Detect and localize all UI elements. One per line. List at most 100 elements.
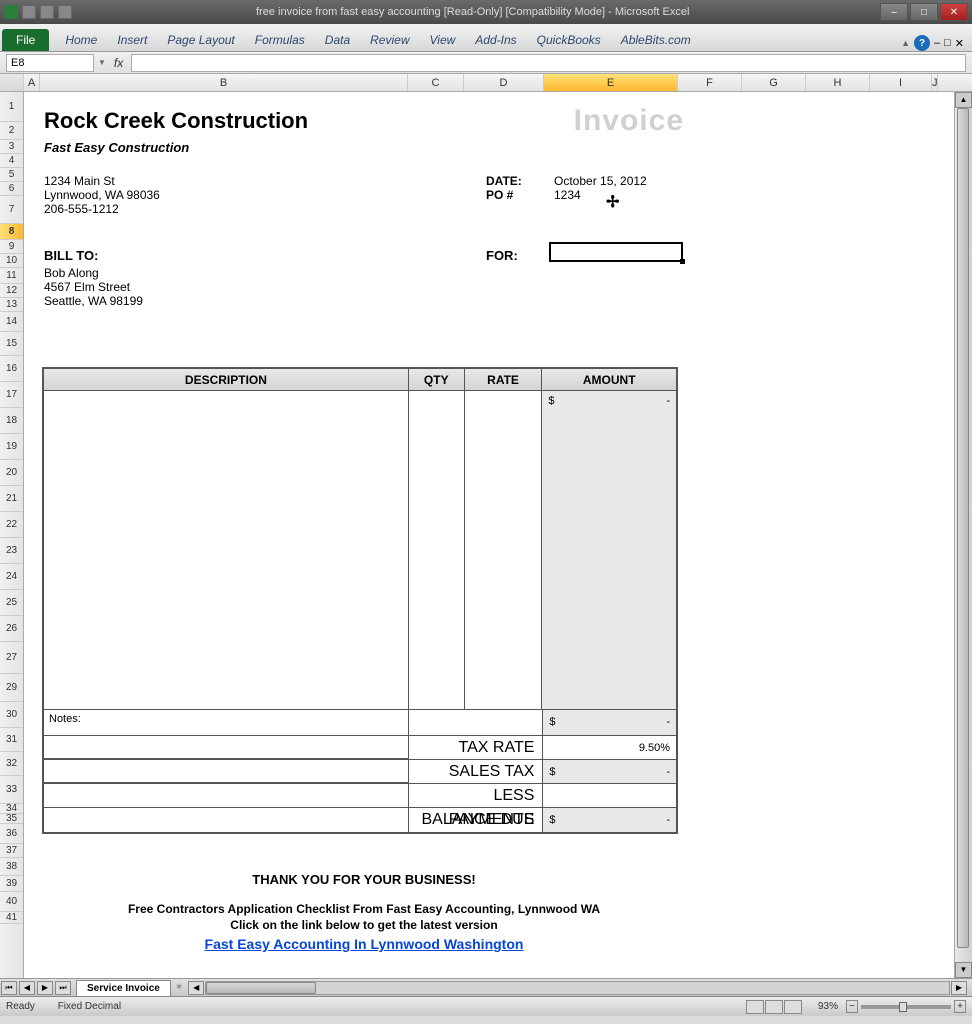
row-header-13[interactable]: 13 bbox=[0, 298, 23, 312]
row-header-18[interactable]: 18 bbox=[0, 408, 23, 434]
name-box[interactable]: E8 bbox=[6, 54, 94, 72]
col-qty-body[interactable] bbox=[409, 391, 465, 709]
col-header-j[interactable]: J bbox=[932, 74, 938, 91]
tab-review[interactable]: Review bbox=[360, 29, 419, 51]
qat-undo-icon[interactable] bbox=[40, 5, 54, 19]
row-header-9[interactable]: 9 bbox=[0, 240, 23, 254]
col-desc-body[interactable] bbox=[44, 391, 409, 709]
tab-insert[interactable]: Insert bbox=[107, 29, 157, 51]
row-header-20[interactable]: 20 bbox=[0, 460, 23, 486]
col-header-c[interactable]: C bbox=[408, 74, 464, 91]
row-header-2[interactable]: 2 bbox=[0, 122, 23, 140]
row-header-25[interactable]: 25 bbox=[0, 590, 23, 616]
row-header-6[interactable]: 6 bbox=[0, 182, 23, 196]
row-header-41[interactable]: 41 bbox=[0, 912, 23, 924]
fx-icon[interactable]: fx bbox=[110, 56, 127, 70]
row-header-19[interactable]: 19 bbox=[0, 434, 23, 460]
close-button[interactable]: ✕ bbox=[940, 3, 968, 21]
hscroll-left-icon[interactable]: ◀ bbox=[188, 981, 204, 995]
zoom-slider[interactable] bbox=[861, 1005, 951, 1009]
col-header-h[interactable]: H bbox=[806, 74, 870, 91]
vertical-scrollbar[interactable]: ▲ ▼ bbox=[954, 92, 972, 978]
zoom-value[interactable]: 93% bbox=[818, 1001, 838, 1012]
tab-quickbooks[interactable]: QuickBooks bbox=[527, 29, 611, 51]
sheet-nav-first[interactable]: ⏮ bbox=[1, 981, 17, 995]
scroll-down-icon[interactable]: ▼ bbox=[955, 962, 972, 978]
row-header-23[interactable]: 23 bbox=[0, 538, 23, 564]
tab-home[interactable]: Home bbox=[55, 29, 107, 51]
tab-addins[interactable]: Add-Ins bbox=[465, 29, 526, 51]
row-header-29[interactable]: 29 bbox=[0, 674, 23, 702]
vscroll-thumb[interactable] bbox=[957, 108, 969, 948]
tab-formulas[interactable]: Formulas bbox=[245, 29, 315, 51]
file-tab[interactable]: File bbox=[2, 29, 49, 51]
taxrate-value[interactable]: 9.50% bbox=[542, 736, 676, 759]
row-header-40[interactable]: 40 bbox=[0, 892, 23, 912]
col-rate-body[interactable] bbox=[465, 391, 543, 709]
doc-minimize-icon[interactable]: – bbox=[934, 37, 940, 49]
col-header-b[interactable]: B bbox=[40, 74, 408, 91]
row-header-16[interactable]: 16 bbox=[0, 356, 23, 382]
row-header-24[interactable]: 24 bbox=[0, 564, 23, 590]
row-header-27[interactable]: 27 bbox=[0, 642, 23, 674]
sheet-nav-next[interactable]: ▶ bbox=[37, 981, 53, 995]
tab-ablebits[interactable]: AbleBits.com bbox=[611, 29, 701, 51]
row-header-10[interactable]: 10 bbox=[0, 254, 23, 268]
row-header-30[interactable]: 30 bbox=[0, 702, 23, 728]
row-header-37[interactable]: 37 bbox=[0, 844, 23, 858]
row-header-5[interactable]: 5 bbox=[0, 168, 23, 182]
selected-cell[interactable] bbox=[549, 242, 683, 262]
maximize-button[interactable]: □ bbox=[910, 3, 938, 21]
row-header-14[interactable]: 14 bbox=[0, 312, 23, 332]
notes-label[interactable]: Notes: bbox=[44, 710, 409, 735]
help-icon[interactable]: ? bbox=[914, 35, 930, 51]
lesspay-value[interactable] bbox=[542, 784, 676, 807]
select-all-cell[interactable] bbox=[0, 74, 24, 91]
row-header-36[interactable]: 36 bbox=[0, 824, 23, 844]
new-sheet-icon[interactable]: ✶ bbox=[175, 982, 183, 993]
row-header-7[interactable]: 7 bbox=[0, 196, 23, 224]
view-layout-icon[interactable] bbox=[765, 1000, 783, 1014]
notes-area-1[interactable] bbox=[44, 736, 409, 759]
worksheet[interactable]: Rock Creek Construction Invoice Fast Eas… bbox=[24, 92, 954, 978]
zoom-in-button[interactable]: + bbox=[954, 1000, 966, 1013]
row-header-33[interactable]: 33 bbox=[0, 776, 23, 804]
row-header-12[interactable]: 12 bbox=[0, 284, 23, 298]
row-header-26[interactable]: 26 bbox=[0, 616, 23, 642]
qat-save-icon[interactable] bbox=[22, 5, 36, 19]
col-header-g[interactable]: G bbox=[742, 74, 806, 91]
zoom-out-button[interactable]: − bbox=[846, 1000, 858, 1013]
row-header-1[interactable]: 1 bbox=[0, 92, 23, 122]
col-header-d[interactable]: D bbox=[464, 74, 544, 91]
col-header-e[interactable]: E bbox=[544, 74, 678, 91]
row-header-31[interactable]: 31 bbox=[0, 728, 23, 752]
row-header-38[interactable]: 38 bbox=[0, 858, 23, 876]
row-header-3[interactable]: 3 bbox=[0, 140, 23, 154]
qat-redo-icon[interactable] bbox=[58, 5, 72, 19]
row-header-4[interactable]: 4 bbox=[0, 154, 23, 168]
ribbon-collapse-icon[interactable]: ▲ bbox=[901, 38, 910, 48]
col-header-i[interactable]: I bbox=[870, 74, 932, 91]
tab-view[interactable]: View bbox=[420, 29, 466, 51]
tab-page-layout[interactable]: Page Layout bbox=[157, 29, 244, 51]
accounting-link[interactable]: Fast Easy Accounting In Lynnwood Washing… bbox=[205, 936, 524, 952]
fill-handle[interactable] bbox=[680, 259, 685, 264]
row-header-39[interactable]: 39 bbox=[0, 876, 23, 892]
col-header-a[interactable]: A bbox=[24, 74, 40, 91]
hscroll-thumb[interactable] bbox=[206, 982, 316, 994]
zoom-thumb[interactable] bbox=[899, 1002, 907, 1012]
doc-restore-icon[interactable]: □ bbox=[944, 37, 951, 49]
formula-input[interactable] bbox=[131, 54, 966, 72]
row-header-11[interactable]: 11 bbox=[0, 268, 23, 284]
scroll-up-icon[interactable]: ▲ bbox=[955, 92, 972, 108]
row-header-32[interactable]: 32 bbox=[0, 752, 23, 776]
col-amount-body[interactable]: $ - bbox=[542, 391, 676, 709]
sheet-nav-last[interactable]: ⏭ bbox=[55, 981, 71, 995]
row-header-17[interactable]: 17 bbox=[0, 382, 23, 408]
row-header-21[interactable]: 21 bbox=[0, 486, 23, 512]
row-header-8[interactable]: 8 bbox=[0, 224, 23, 240]
row-header-15[interactable]: 15 bbox=[0, 332, 23, 356]
sheet-tab-active[interactable]: Service Invoice bbox=[76, 980, 171, 996]
notes-area-3[interactable] bbox=[44, 784, 409, 807]
tab-data[interactable]: Data bbox=[315, 29, 360, 51]
